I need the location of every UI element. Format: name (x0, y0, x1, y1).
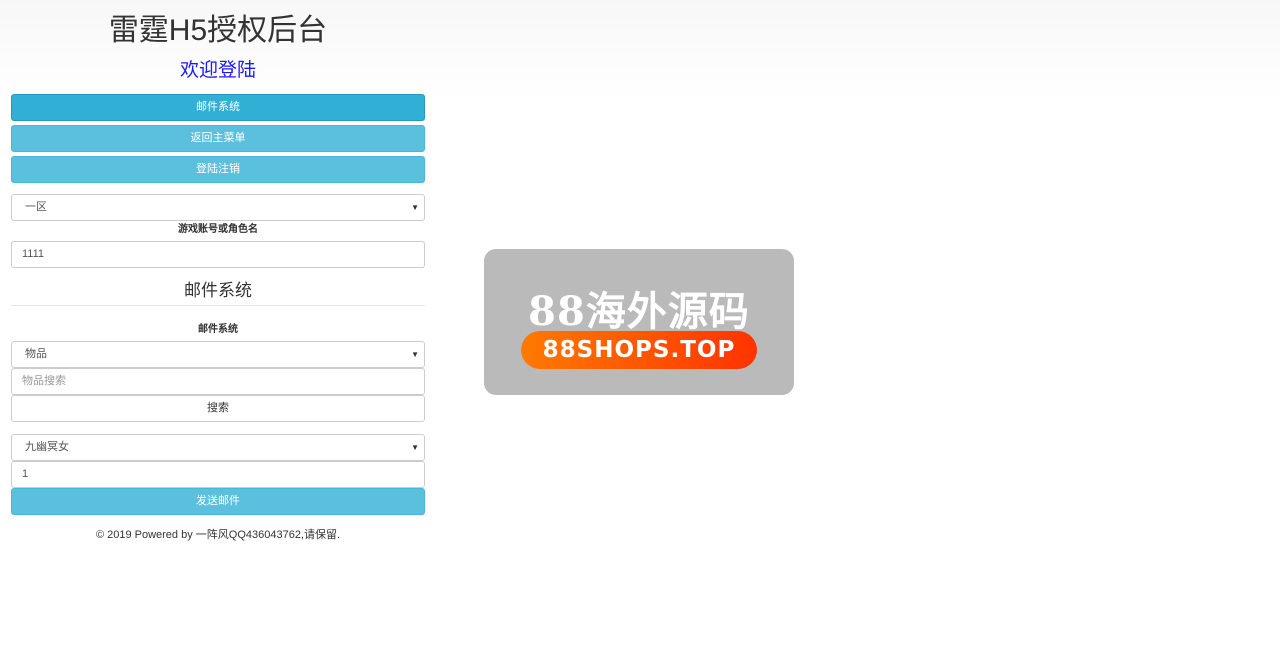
nav-button-group: 邮件系统 返回主菜单 登陆注销 (11, 94, 425, 183)
item-type-select-value: 物品 (25, 348, 47, 360)
welcome-text: 欢迎登陆 (179, 60, 256, 81)
mail-label: 邮件系统 (198, 324, 238, 335)
watermark-cn-text: 88海外源码 (528, 288, 750, 335)
page-title: 雷霆H5授权后台 (108, 14, 328, 47)
logout-button[interactable]: 登陆注销 (11, 156, 425, 183)
server-select-value: 一区 (25, 201, 47, 213)
item-search-input[interactable]: 物品搜索 (11, 368, 425, 395)
back-to-menu-button[interactable]: 返回主菜单 (11, 125, 425, 152)
server-select[interactable]: 一区 ▼ (11, 194, 425, 221)
account-input[interactable]: 1111 (11, 241, 425, 268)
caret-down-icon: ▼ (411, 350, 419, 359)
item-select[interactable]: 九幽冥女 ▼ (11, 434, 425, 461)
mail-section-title: 邮件系统 (11, 278, 425, 306)
search-button[interactable]: 搜索 (11, 395, 425, 422)
account-label: 游戏账号或角色名 (178, 224, 258, 235)
admin-panel: 雷霆H5授权后台 欢迎登陆 邮件系统 返回主菜单 登陆注销 一区 ▼ 游戏账号或… (11, 0, 425, 542)
item-type-select[interactable]: 物品 ▼ (11, 341, 425, 368)
caret-down-icon: ▼ (411, 443, 419, 452)
mail-system-button[interactable]: 邮件系统 (11, 94, 425, 121)
caret-down-icon: ▼ (411, 203, 419, 212)
footer-copyright: © 2019 Powered by 一阵风QQ436043762,请保留. (95, 529, 341, 541)
quantity-input[interactable]: 1 (11, 461, 425, 488)
watermark-url-badge: 88SHOPS.TOP (521, 331, 757, 369)
send-mail-button[interactable]: 发送邮件 (11, 488, 425, 515)
watermark-logo: 88海外源码 88SHOPS.TOP (484, 249, 794, 395)
item-select-value: 九幽冥女 (25, 441, 69, 453)
